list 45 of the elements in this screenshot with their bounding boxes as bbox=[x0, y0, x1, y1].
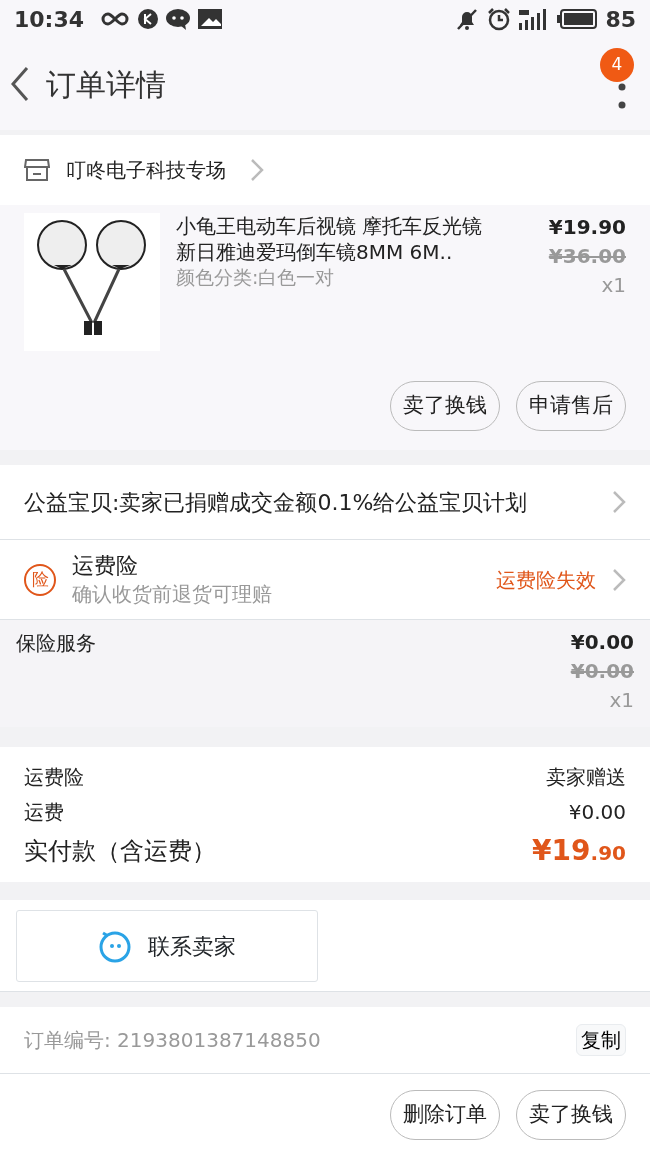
battery-text: 85 bbox=[605, 5, 636, 34]
contact-seller-button[interactable]: 联系卖家 bbox=[16, 910, 318, 982]
shop-name[interactable]: 叮咚电子科技专场 bbox=[66, 155, 226, 185]
service-title: 保险服务 bbox=[16, 630, 97, 657]
app-icon bbox=[138, 9, 159, 29]
chat-icon bbox=[166, 8, 191, 30]
action-button[interactable]: 卖了换钱 bbox=[516, 1090, 626, 1140]
back-icon[interactable] bbox=[10, 66, 30, 102]
quantity-text: x1 bbox=[608, 687, 634, 714]
summary-value: 卖家赠送 bbox=[546, 763, 626, 791]
action-button[interactable]: 卖了换钱 bbox=[390, 381, 500, 431]
insurance-subtitle: 确认收货前退货可理赔 bbox=[72, 580, 273, 607]
insurance-icon: 险 bbox=[24, 563, 56, 596]
summary-label: 运费险 bbox=[24, 763, 84, 791]
total-price: ¥19.90 bbox=[532, 833, 626, 869]
chevron-icon bbox=[612, 490, 626, 514]
clock-text: 10:34 bbox=[14, 5, 85, 34]
chat-bubble-icon bbox=[98, 929, 132, 963]
store-icon bbox=[24, 158, 50, 182]
page-title: 订单详情 bbox=[46, 65, 166, 104]
summary-value: ¥0.00 bbox=[568, 798, 626, 826]
product-price: ¥19.90 bbox=[547, 214, 626, 241]
chevron-icon bbox=[250, 158, 264, 182]
action-button[interactable]: 删除订单 bbox=[390, 1090, 500, 1140]
service-price: ¥0.00 bbox=[570, 629, 634, 656]
original-price: ¥36.00 bbox=[547, 243, 626, 270]
copy-button[interactable]: 复制 bbox=[576, 1024, 626, 1056]
alarm-icon bbox=[487, 7, 512, 31]
summary-label: 运费 bbox=[24, 798, 64, 826]
notification-badge: 4 bbox=[600, 48, 634, 82]
more-icon[interactable] bbox=[618, 81, 626, 111]
chevron-icon bbox=[612, 567, 626, 592]
product-variant: 颜色分类:白色一对 bbox=[176, 265, 336, 290]
action-button[interactable]: 申请售后 bbox=[516, 381, 626, 431]
image-icon bbox=[198, 9, 223, 29]
insurance-status[interactable]: 运费险失效 bbox=[496, 564, 596, 595]
muted-bell-icon bbox=[455, 7, 480, 31]
summary-label: 实付款（含运费） bbox=[24, 836, 216, 867]
battery-icon bbox=[557, 9, 598, 29]
order-number: 订单编号: 2193801387148850 bbox=[24, 1027, 322, 1054]
insurance-title: 运费险 bbox=[72, 552, 139, 581]
product-title[interactable]: 小龟王电动车后视镜 摩托车反光镜新日雅迪爱玛倒车镜8MM 6M.. bbox=[176, 213, 496, 265]
quantity-text: x1 bbox=[600, 272, 626, 299]
original-price: ¥0.00 bbox=[570, 658, 634, 685]
infinity-icon bbox=[100, 11, 131, 27]
